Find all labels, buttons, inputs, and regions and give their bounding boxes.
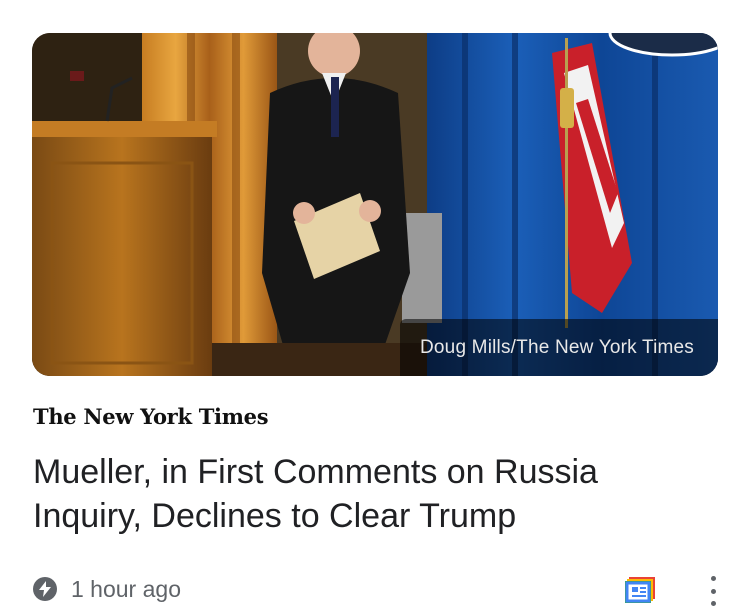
article-photo[interactable]: Doug Mills/The New York Times <box>32 33 718 376</box>
bolt-icon <box>33 577 57 601</box>
photo-credit: Doug Mills/The New York Times <box>419 337 694 358</box>
article-headline[interactable]: Mueller, in First Comments on Russia Inq… <box>33 450 693 538</box>
timestamp: 1 hour ago <box>71 575 181 602</box>
more-vert-icon[interactable] <box>705 576 721 606</box>
full-coverage-icon[interactable] <box>623 575 657 605</box>
article-meta: 1 hour ago <box>33 574 181 604</box>
publisher-logo[interactable]: The New York Times <box>33 404 269 429</box>
news-card[interactable]: Doug Mills/The New York Times The New Yo… <box>0 0 750 610</box>
